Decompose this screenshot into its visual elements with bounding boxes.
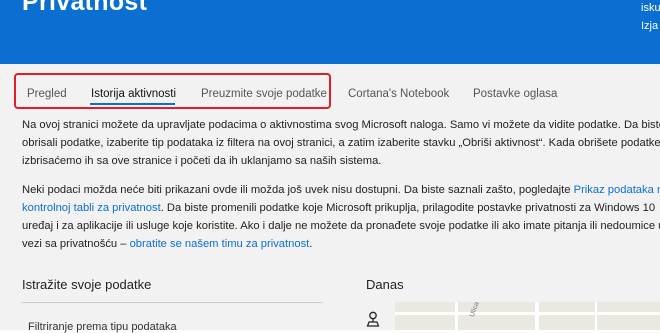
header-link-search[interactable]: isku: [641, 2, 660, 14]
intro-line-2: obrisali podatke, izaberite tip podataka…: [22, 137, 660, 149]
filter-by-data-type[interactable]: Filtriranje prema tipu podataka: [28, 321, 177, 333]
activity-map[interactable]: Ulica: [395, 302, 660, 330]
dashboard-link-part1[interactable]: Prikaz podataka na: [574, 184, 660, 196]
map-road: [595, 302, 597, 330]
explore-data-title: Istražite svoje podatke: [22, 277, 152, 292]
location-pin-icon: [366, 311, 380, 327]
notice-text-1: Neki podaci možda neće biti prikazani ov…: [22, 184, 574, 196]
notice-line-3: uređaj i za aplikacije ili usluge koje k…: [22, 220, 660, 232]
notice-text-2: . Da biste promenili podatke koje Micros…: [160, 202, 656, 214]
dashboard-link-part2[interactable]: kontrolnoj tabli za privatnost: [22, 202, 161, 214]
tab-ad-settings[interactable]: Postavke oglasa: [473, 88, 557, 100]
map-road: [455, 302, 458, 330]
map-road: [535, 302, 539, 330]
notice-line-2: kontrolnoj tabli za privatnost. Da biste…: [22, 199, 655, 218]
map-street-label: Ulica: [468, 302, 481, 319]
section-divider: [22, 302, 322, 303]
notice-text-4-end: .: [309, 238, 313, 250]
tab-cortana-notebook[interactable]: Cortana's Notebook: [348, 88, 449, 100]
map-road: [395, 312, 660, 315]
page-header: Privatnost isku Izja: [0, 0, 660, 64]
header-link-statement[interactable]: Izja: [641, 20, 658, 32]
highlight-annotation-box: [14, 73, 331, 109]
notice-line-1: Neki podaci možda neće biti prikazani ov…: [22, 181, 660, 200]
today-title: Danas: [366, 277, 404, 292]
page-title: Privatnost: [22, 0, 148, 16]
intro-line-1: Na ovoj stranici možete da upravljate po…: [22, 119, 660, 131]
intro-line-3: izbrisaćemo ih sa ove stranice i početi …: [22, 155, 382, 167]
notice-text-4: vezi sa privatnošću –: [22, 238, 130, 250]
contact-privacy-team-link[interactable]: obratite se našem timu za privatnost: [130, 238, 310, 250]
notice-line-4: vezi sa privatnošću – obratite se našem …: [22, 235, 312, 254]
